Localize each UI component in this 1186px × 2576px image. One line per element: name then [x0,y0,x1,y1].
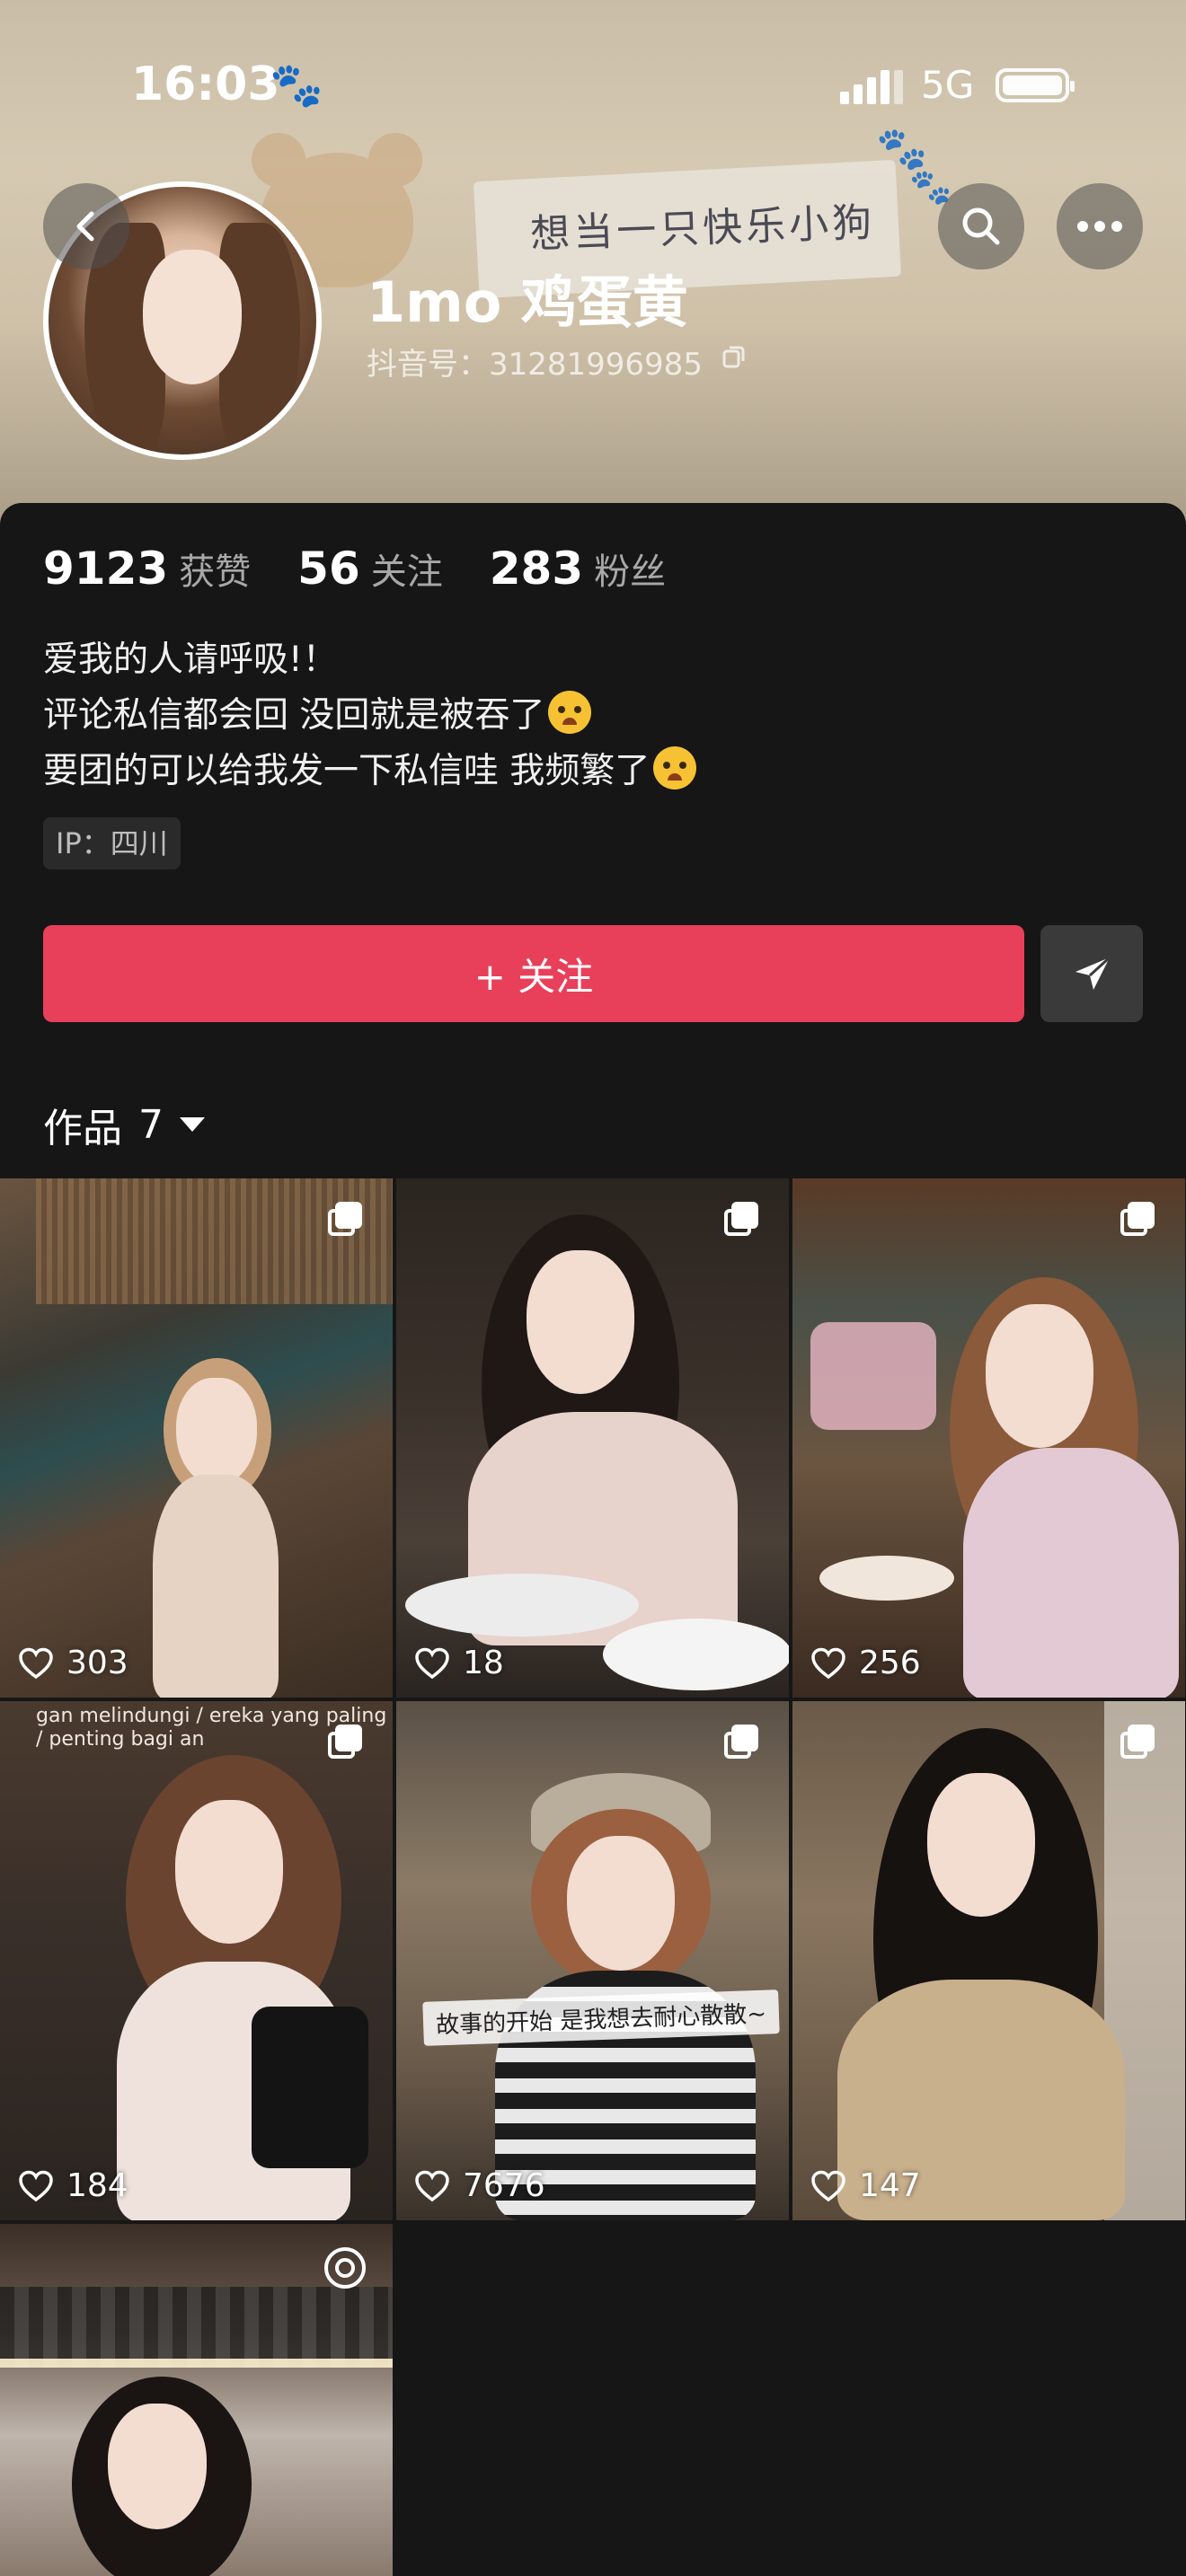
work-tile[interactable]: 147 [792,1701,1185,2220]
stat-followers[interactable]: 283 粉丝 [490,543,666,595]
work-tile[interactable] [0,2224,393,2576]
banner-slogan: 想当一只快乐小狗 [529,199,876,258]
work-tile[interactable]: 18 [396,1178,789,1698]
battery-icon [996,68,1075,102]
signal-icon [840,70,907,104]
ip-location-tag: IP：四川 [43,817,181,869]
like-count: 147 [810,2167,921,2204]
more-button[interactable] [1057,183,1143,269]
like-count: 184 [18,2167,128,2204]
like-count: 303 [18,1645,128,1681]
bio-line: 要团的可以给我发一下私信哇 我频繁了 [43,744,697,799]
bio-line: 爱我的人请呼吸!！ [43,640,338,680]
search-icon [962,207,1000,245]
search-button[interactable] [938,183,1024,269]
bio-line: 评论私信都会回 没回就是被吞了 [43,688,696,744]
work-tile[interactable]: 303 [0,1178,393,1698]
follow-button[interactable]: + 关注 [43,925,1024,1022]
multi-image-icon [1120,1725,1156,1760]
multi-image-icon [328,1725,364,1760]
send-icon [1075,956,1111,990]
multi-image-icon [1120,1202,1156,1238]
heart-icon [19,2170,53,2201]
pleading-emoji-icon [653,746,697,790]
status-time: 16:03 [131,57,280,111]
profile-stats: 9123 获赞 56 关注 283 粉丝 [43,543,712,595]
stat-following[interactable]: 56 关注 [297,543,443,595]
work-tile[interactable]: 故事的开始 是我想去耐心散散~ 7676 [396,1701,789,2220]
work-tile[interactable]: 256 [792,1178,1185,1698]
multi-image-icon [724,1202,760,1238]
heart-icon [415,2170,449,2201]
paw-icon: 🐾 [876,124,928,172]
multi-image-icon [724,1725,760,1760]
like-count: 256 [810,1645,921,1681]
like-count: 18 [414,1645,504,1681]
stat-likes: 9123 获赞 [43,543,252,595]
paw-icon: 🐾 [270,60,323,110]
network-type: 5G [921,63,975,107]
live-photo-icon [324,2247,366,2289]
multi-image-icon [328,1202,364,1238]
bio: 爱我的人请呼吸!！ 评论私信都会回 没回就是被吞了 要团的可以给我发一下私信哇 … [43,632,697,799]
work-tile[interactable]: gan melindungi / ereka yang paling / pen… [0,1701,393,2220]
heart-icon [19,1647,53,1679]
more-icon [1077,221,1122,232]
heart-icon [811,1647,845,1679]
like-count: 7676 [414,2167,545,2204]
tab-works[interactable]: 作品 7 [43,1096,205,1153]
heart-icon [415,1647,449,1679]
chevron-left-icon [76,211,94,242]
heart-icon [811,2170,845,2201]
account-id: 抖音号：31281996985 [367,347,703,383]
copy-icon[interactable] [721,344,747,369]
crying-emoji-icon [548,691,592,734]
back-button[interactable] [43,183,129,269]
nickname: 1mo 鸡蛋黄 [367,269,688,335]
share-button[interactable] [1040,925,1143,1022]
caret-down-icon [180,1117,205,1132]
